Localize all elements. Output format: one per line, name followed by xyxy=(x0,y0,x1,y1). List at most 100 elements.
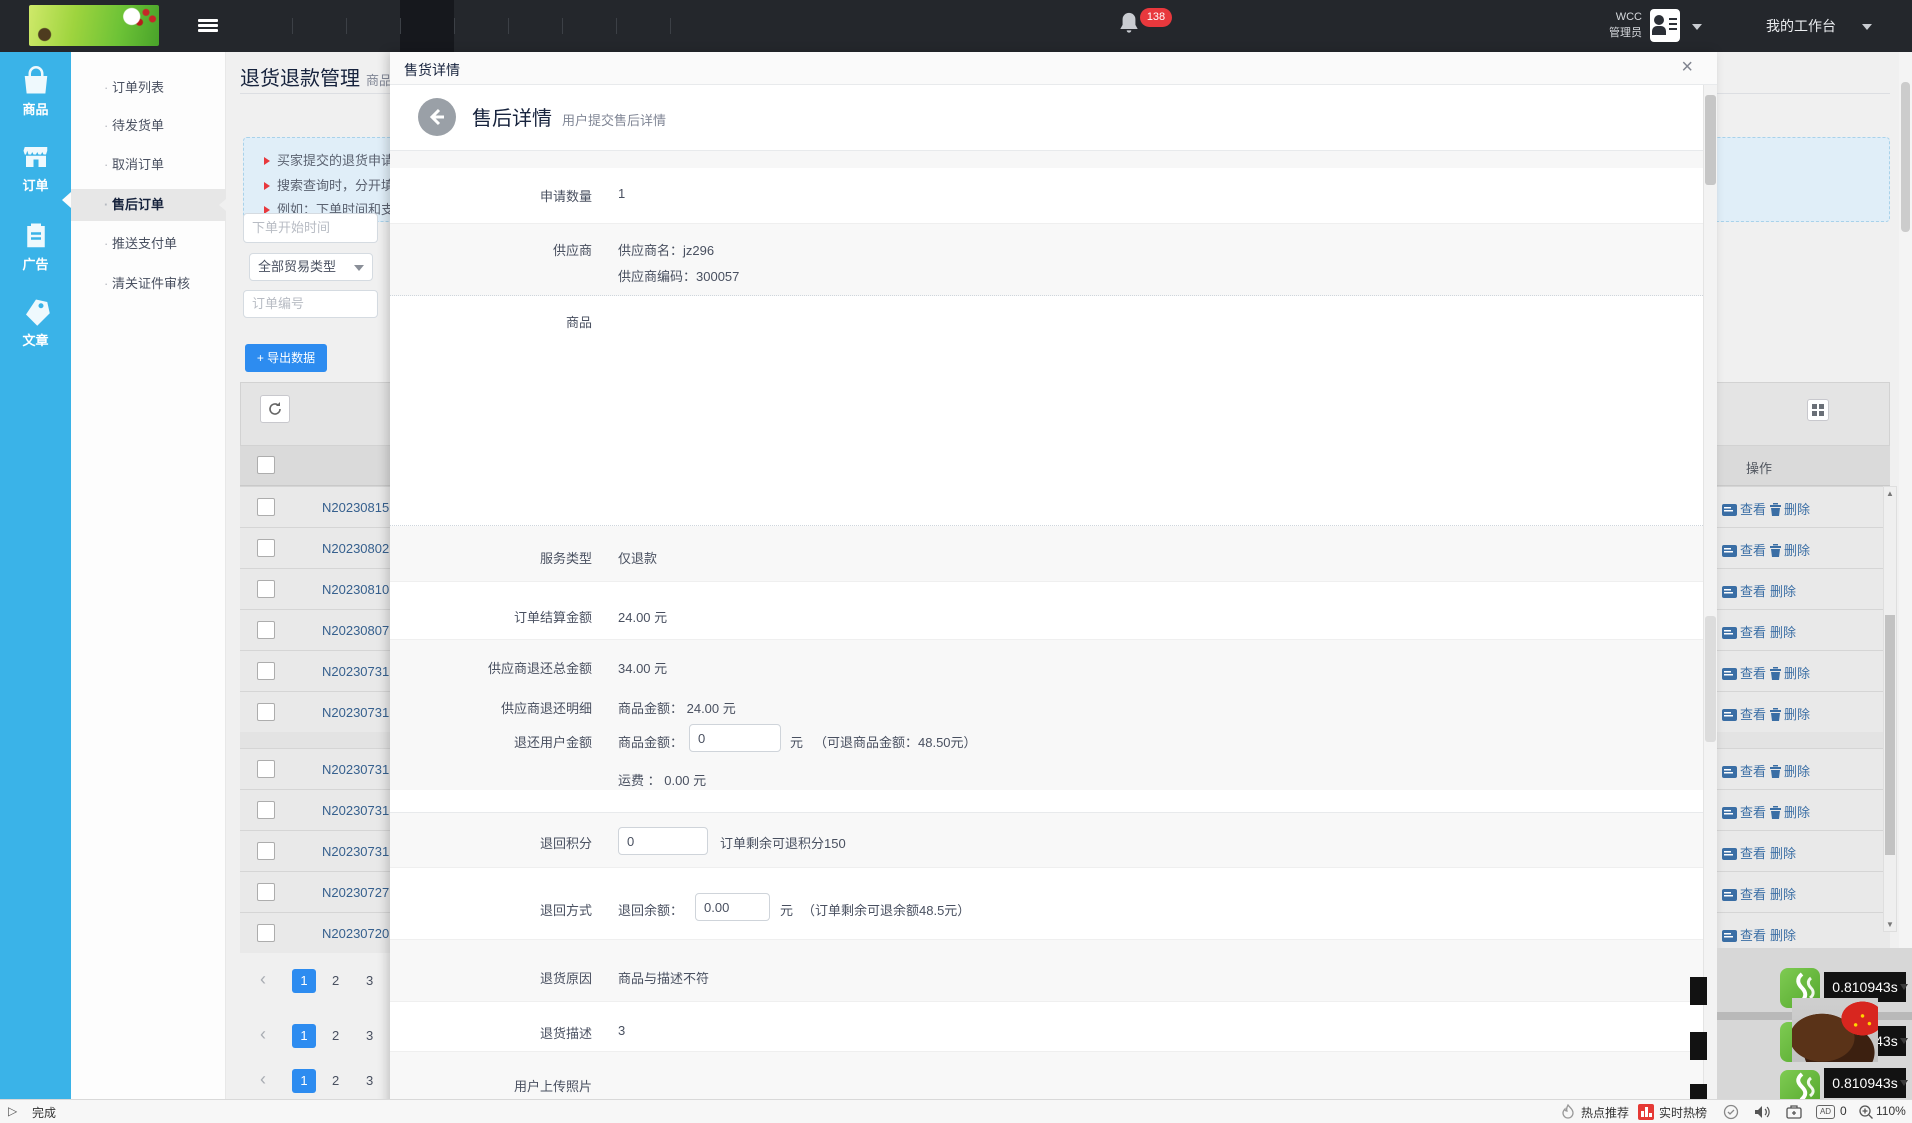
page-3-button[interactable]: 3 xyxy=(366,1073,373,1088)
submenu-item[interactable]: · 售后订单 xyxy=(71,189,226,221)
scrollbar-thumb[interactable] xyxy=(1901,82,1910,232)
top-menu-item[interactable] xyxy=(238,0,292,52)
top-menu-item[interactable] xyxy=(454,0,508,52)
view-button[interactable]: 查看 xyxy=(1740,666,1766,681)
view-button[interactable]: 查看 xyxy=(1740,764,1766,779)
sidebar-item-articles[interactable]: 文章 xyxy=(0,297,71,350)
shield-check-icon[interactable] xyxy=(1723,1104,1739,1120)
top-menu-item[interactable] xyxy=(346,0,400,52)
top-menu-item[interactable] xyxy=(616,0,670,52)
view-button[interactable]: 查看 xyxy=(1740,502,1766,517)
order-number-link[interactable]: N20230731 xyxy=(322,844,389,859)
chevron-down-icon[interactable] xyxy=(1900,984,1908,990)
order-number-link[interactable]: N20230731 xyxy=(322,664,389,679)
row-checkbox[interactable] xyxy=(257,801,275,819)
view-button[interactable]: 查看 xyxy=(1740,625,1766,640)
scrollbar-thumb[interactable] xyxy=(1705,95,1716,185)
hot-recommend-link[interactable]: 热点推荐 xyxy=(1581,1104,1629,1121)
page-1-button[interactable]: 1 xyxy=(292,969,316,993)
top-menu-item[interactable] xyxy=(508,0,562,52)
row-checkbox[interactable] xyxy=(257,662,275,680)
delete-button[interactable]: 删除 xyxy=(1784,543,1810,558)
page-3-button[interactable]: 3 xyxy=(366,973,373,988)
date-start-input[interactable]: 下单开始时间 xyxy=(243,213,378,243)
page-2-button[interactable]: 2 xyxy=(332,1028,339,1043)
order-number-link[interactable]: N20230731 xyxy=(322,762,389,777)
delete-button[interactable]: 删除 xyxy=(1770,928,1796,943)
view-button[interactable]: 查看 xyxy=(1740,928,1766,943)
zoom-icon[interactable] xyxy=(1858,1104,1874,1120)
submenu-item[interactable]: · 清关证件审核 xyxy=(71,268,226,300)
row-checkbox[interactable] xyxy=(257,580,275,598)
close-icon[interactable]: × xyxy=(1681,56,1693,79)
row-checkbox[interactable] xyxy=(257,760,275,778)
video-duration-badge[interactable]: 0.810943s xyxy=(1824,1068,1906,1098)
delete-button[interactable]: 删除 xyxy=(1770,625,1796,640)
delete-button[interactable]: 删除 xyxy=(1784,805,1810,820)
order-number-link[interactable]: N20230727 xyxy=(322,885,389,900)
page-scrollbar[interactable] xyxy=(1899,52,1912,1099)
chevron-down-icon[interactable] xyxy=(1692,24,1702,30)
top-menu-item[interactable] xyxy=(670,0,724,52)
order-no-input[interactable]: 订单编号 xyxy=(243,290,378,318)
points-input[interactable] xyxy=(618,827,708,855)
page-2-button[interactable]: 2 xyxy=(332,1073,339,1088)
chevron-down-icon[interactable] xyxy=(1862,24,1872,30)
refresh-button[interactable] xyxy=(260,395,290,423)
export-data-button[interactable]: + 导出数据 xyxy=(245,344,327,372)
chevron-down-icon[interactable] xyxy=(1900,1038,1908,1044)
balance-input[interactable] xyxy=(695,893,770,921)
chevron-down-icon[interactable] xyxy=(1900,1080,1908,1086)
row-checkbox[interactable] xyxy=(257,842,275,860)
strawberry-thumbnail[interactable] xyxy=(1792,998,1878,1062)
back-button[interactable] xyxy=(418,98,456,136)
sidebar-item-ads[interactable]: 广告 xyxy=(0,221,71,274)
top-menu-item[interactable] xyxy=(562,0,616,52)
chevron-left-icon[interactable]: ‹ xyxy=(260,1069,266,1090)
order-number-link[interactable]: N20230815 xyxy=(322,500,389,515)
chevron-left-icon[interactable]: ‹ xyxy=(260,1024,266,1045)
scroll-up-icon[interactable]: ▲ xyxy=(1886,489,1894,498)
row-checkbox[interactable] xyxy=(257,924,275,942)
scrollbar-thumb[interactable] xyxy=(1885,615,1895,855)
order-number-link[interactable]: N20230810 xyxy=(322,582,389,597)
delete-button[interactable]: 删除 xyxy=(1770,584,1796,599)
row-checkbox[interactable] xyxy=(257,621,275,639)
order-number-link[interactable]: N20230731 xyxy=(322,705,389,720)
order-number-link[interactable]: N20230802 xyxy=(322,541,389,556)
trade-type-select[interactable]: 全部贸易类型 xyxy=(249,253,373,281)
view-button[interactable]: 查看 xyxy=(1740,805,1766,820)
submenu-item[interactable]: · 取消订单 xyxy=(71,149,226,181)
box-icon[interactable] xyxy=(1786,1104,1802,1120)
delete-button[interactable]: 删除 xyxy=(1784,707,1810,722)
chevron-left-icon[interactable]: ‹ xyxy=(260,969,266,990)
refund-amount-input[interactable] xyxy=(689,724,781,752)
delete-button[interactable]: 删除 xyxy=(1784,502,1810,517)
modal-scrollbar[interactable] xyxy=(1703,85,1717,1123)
delete-button[interactable]: 删除 xyxy=(1784,764,1810,779)
submenu-item[interactable]: · 订单列表 xyxy=(71,72,226,104)
page-2-button[interactable]: 2 xyxy=(332,973,339,988)
top-menu-item[interactable] xyxy=(400,0,454,52)
scroll-down-icon[interactable]: ▼ xyxy=(1886,920,1894,929)
row-checkbox[interactable] xyxy=(257,539,275,557)
hamburger-menu-icon[interactable] xyxy=(198,17,218,35)
avatar[interactable] xyxy=(1650,9,1680,42)
app-logo[interactable] xyxy=(29,5,159,46)
notification-bell[interactable]: 138 xyxy=(1118,10,1178,44)
row-checkbox[interactable] xyxy=(257,498,275,516)
ad-blocker-icon[interactable]: AD xyxy=(1816,1105,1835,1119)
delete-button[interactable]: 删除 xyxy=(1770,887,1796,902)
play-icon[interactable]: ▷ xyxy=(8,1104,17,1118)
ops-scrollbar[interactable]: ▲ ▼ xyxy=(1883,486,1897,932)
sidebar-item-orders[interactable]: 订单 xyxy=(0,142,71,195)
view-button[interactable]: 查看 xyxy=(1740,543,1766,558)
row-checkbox[interactable] xyxy=(257,883,275,901)
realtime-hotlist-link[interactable]: 实时热榜 xyxy=(1659,1104,1707,1121)
top-menu-item[interactable] xyxy=(292,0,346,52)
zoom-level[interactable]: 110% xyxy=(1876,1104,1906,1118)
workbench-link[interactable]: 我的工作台 xyxy=(1766,0,1836,52)
page-1-button[interactable]: 1 xyxy=(292,1069,316,1093)
speaker-icon[interactable] xyxy=(1753,1104,1771,1120)
sidebar-item-goods[interactable]: 商品 xyxy=(0,66,71,119)
